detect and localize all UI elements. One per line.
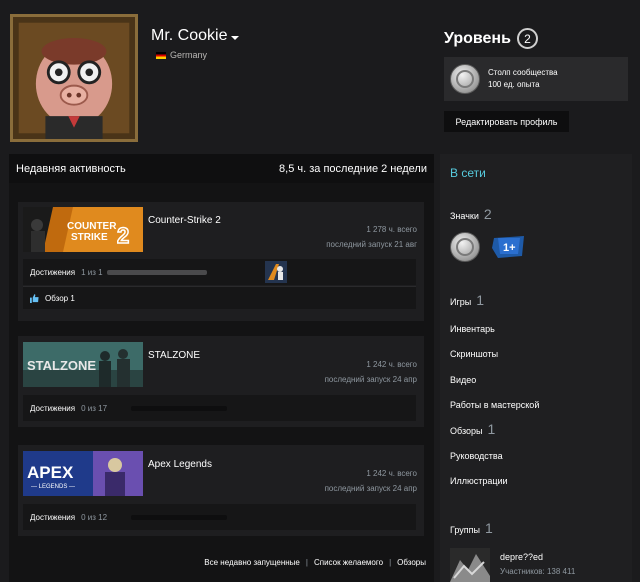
side-link-workshop[interactable]: Работы в мастерской [450, 400, 539, 410]
profile-side-panel: В сети Значки 2 1+ Игры 1 Инвентарь Скри… [440, 154, 632, 582]
achievements-label: Достижения [30, 267, 76, 277]
apex-logo-subtext: — LEGENDS — [31, 484, 75, 490]
cs2-logo-number: 2 [117, 223, 129, 248]
achievements-label: Достижения [30, 403, 76, 413]
online-status: В сети [450, 166, 486, 180]
caret-down-icon [231, 36, 240, 40]
group-name[interactable]: depre??ed [500, 552, 543, 562]
game-card-stalzone: STALZONE STALZONE 1 242 ч. всего последн… [18, 336, 424, 427]
badges-count: 2 [483, 206, 492, 222]
level-value: 2 [516, 28, 538, 49]
review-label: Обзор 1 [45, 293, 75, 303]
game-last-stalzone: последний запуск 24 апр [324, 375, 417, 384]
game-hours-cs2: 1 278 ч. всего последний запуск 21 авг [326, 222, 417, 252]
group-members: Участников: 138 411 [500, 567, 576, 576]
apex-logo: APEX — LEGENDS — [23, 451, 143, 496]
stalzone-logo: STALZONE [23, 342, 143, 387]
review-row-cs2[interactable]: Обзор 1 [23, 286, 416, 309]
level-title-text: Уровень [444, 29, 511, 47]
game-hours-apex: 1 242 ч. всего последний запуск 24 апр [325, 466, 417, 496]
level-heading: Уровень 2 [444, 28, 538, 49]
game-card-apex: APEX — LEGENDS — Apex Legends 1 242 ч. в… [18, 445, 424, 536]
achievements-count: 0 из 17 [81, 403, 108, 413]
apex-capsule-image[interactable]: APEX — LEGENDS — [23, 451, 143, 496]
years-of-service-badge-icon[interactable]: 1+ [492, 234, 526, 260]
footer-separator: | [389, 558, 392, 567]
featured-badge-text: Столп сообщества 100 ед. опыта [488, 67, 558, 91]
side-badges-row: 1+ [450, 232, 526, 262]
game-last-cs2: последний запуск 21 авг [326, 240, 417, 249]
badges-label: Значки [450, 211, 479, 221]
side-link-artwork[interactable]: Иллюстрации [450, 476, 508, 486]
side-link-inventory[interactable]: Инвентарь [450, 324, 495, 334]
game-name-stalzone[interactable]: STALZONE [148, 350, 200, 361]
achievement-progress-bar [131, 514, 227, 520]
game-last-apex: последний запуск 24 апр [324, 484, 417, 493]
profile-country: Germany [156, 50, 207, 60]
cs2-capsule-image[interactable]: COUNTER STRIKE 2 [23, 207, 143, 252]
achievements-count: 1 из 1 [81, 267, 103, 277]
achievements-row-stalzone[interactable]: Достижения 0 из 17 [23, 395, 416, 421]
featured-badge[interactable]: Столп сообщества 100 ед. опыта [444, 57, 628, 101]
recent-activity-header: Недавняя активность 8,5 ч. за последние … [9, 154, 434, 183]
side-link-badges[interactable]: Значки 2 [450, 206, 492, 222]
groups-count: 1 [485, 520, 493, 536]
game-name-apex[interactable]: Apex Legends [148, 459, 212, 470]
badge-xp: 100 ед. опыта [488, 80, 540, 89]
community-pillar-badge-icon [450, 64, 480, 94]
all-recent-link[interactable]: Все недавно запущенные [204, 558, 300, 567]
years-badge-text: 1+ [503, 242, 516, 254]
recent-activity-panel: Недавняя активность 8,5 ч. за последние … [9, 154, 434, 582]
group-avatar[interactable] [450, 548, 490, 582]
reviews-count: 1 [487, 421, 496, 437]
recent-activity-title: Недавняя активность [16, 162, 126, 175]
country-text: Germany [170, 50, 208, 60]
games-label: Игры [450, 297, 472, 307]
side-link-reviews[interactable]: Обзоры 1 [450, 421, 495, 437]
side-link-groups[interactable]: Группы 1 [450, 520, 493, 536]
groups-label: Группы [450, 525, 480, 535]
game-name-cs2[interactable]: Counter-Strike 2 [148, 215, 221, 226]
activity-footer-links: Все недавно запущенные | Список желаемог… [9, 558, 434, 567]
reviews-label: Обзоры [450, 426, 483, 436]
stalzone-logo-text: STALZONE [27, 358, 96, 373]
side-link-games[interactable]: Игры 1 [450, 292, 484, 308]
reviews-link[interactable]: Обзоры [397, 558, 426, 567]
edit-profile-button[interactable]: Редактировать профиль [444, 111, 569, 132]
achievement-progress-bar [131, 405, 227, 411]
achievements-row-cs2[interactable]: Достижения 1 из 1 [23, 259, 416, 285]
achievement-progress-fill [107, 269, 207, 275]
cs2-logo: COUNTER STRIKE 2 [23, 207, 143, 252]
side-link-videos[interactable]: Видео [450, 375, 476, 385]
achievement-progress-bar [107, 269, 207, 275]
games-count: 1 [476, 292, 485, 308]
achievements-row-apex[interactable]: Достижения 0 из 12 [23, 504, 416, 530]
recent-activity-summary: 8,5 ч. за последние 2 недели [279, 162, 427, 175]
cs2-logo-line2: STRIKE [71, 232, 108, 243]
badge-name: Столп сообщества [488, 68, 558, 77]
game-card-cs2: COUNTER STRIKE 2 Counter-Strike 2 1 278 … [18, 202, 424, 321]
thumbs-up-icon [30, 293, 39, 303]
side-link-screenshots[interactable]: Скриншоты [450, 349, 498, 359]
cs2-logo-line1: COUNTER [67, 221, 117, 232]
game-total-stalzone: 1 242 ч. всего [366, 360, 417, 369]
wishlist-link[interactable]: Список желаемого [314, 558, 383, 567]
achievements-count: 0 из 12 [81, 512, 108, 522]
cs2-achievement-icon[interactable] [265, 261, 287, 283]
apex-logo-text: APEX [27, 463, 74, 482]
profile-name-dropdown[interactable]: Mr. Cookie [151, 27, 240, 45]
stalzone-capsule-image[interactable]: STALZONE [23, 342, 143, 387]
profile-avatar[interactable] [10, 14, 138, 142]
avatar-pig-image [13, 17, 135, 139]
game-total-cs2: 1 278 ч. всего [366, 225, 417, 234]
profile-name-text: Mr. Cookie [151, 27, 228, 44]
germany-flag-icon [156, 51, 166, 59]
game-hours-stalzone: 1 242 ч. всего последний запуск 24 апр [325, 357, 417, 387]
side-link-guides[interactable]: Руководства [450, 451, 503, 461]
community-pillar-badge-icon[interactable] [450, 232, 480, 262]
footer-separator: | [305, 558, 308, 567]
game-total-apex: 1 242 ч. всего [366, 469, 417, 478]
achievements-label: Достижения [30, 512, 76, 522]
